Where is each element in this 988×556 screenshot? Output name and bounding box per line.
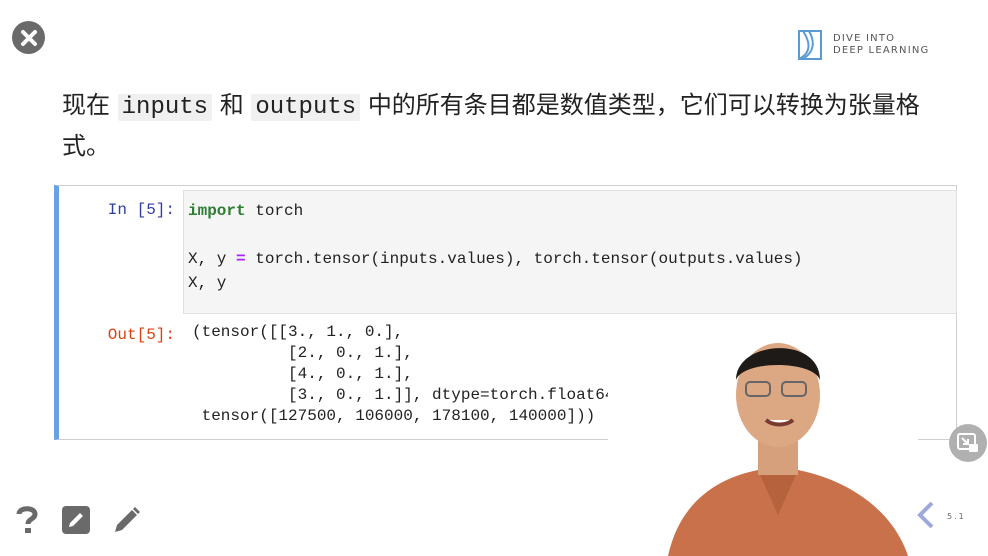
edit-box-button[interactable] bbox=[62, 506, 90, 538]
description-paragraph: 现在 inputs 和 outputs 中的所有条目都是数值类型，它们可以转换为… bbox=[62, 86, 942, 165]
text: 和 bbox=[219, 91, 244, 119]
code-text: X, y bbox=[188, 274, 227, 292]
picture-in-picture-button[interactable] bbox=[949, 424, 987, 462]
close-icon bbox=[20, 29, 37, 46]
output-line: [2., 0., 1.], bbox=[192, 344, 413, 362]
output-line: tensor([127500, 106000, 178100, 140000])… bbox=[192, 407, 596, 425]
edit-box-icon bbox=[62, 506, 90, 534]
logo: DIVE INTO DEEP LEARNING bbox=[795, 28, 929, 62]
code-output: (tensor([[3., 1., 0.], [2., 0., 1.], [4.… bbox=[192, 322, 634, 427]
output-line: [3., 0., 1.]], dtype=torch.float64), bbox=[192, 386, 634, 404]
keyword: import bbox=[188, 202, 246, 220]
pencil-icon bbox=[115, 507, 140, 532]
logo-line2: DEEP LEARNING bbox=[833, 45, 930, 56]
code-text: torch bbox=[245, 202, 304, 220]
pencil-button[interactable] bbox=[112, 505, 142, 539]
slide-number: 5.1 bbox=[947, 512, 966, 521]
inline-code-inputs: inputs bbox=[117, 94, 213, 121]
input-prompt: In [5]: bbox=[107, 201, 175, 219]
presenter-video bbox=[608, 320, 918, 556]
logo-line1: DIVE INTO bbox=[833, 33, 896, 44]
chevron-left-icon bbox=[917, 501, 934, 529]
help-button[interactable] bbox=[14, 505, 40, 539]
code-text: X, y bbox=[188, 250, 237, 268]
book-logo-icon bbox=[798, 30, 822, 60]
code-text: torch.tensor(inputs.values), torch.tenso… bbox=[245, 250, 803, 268]
picture-in-picture-icon bbox=[957, 433, 978, 452]
output-prompt: Out[5]: bbox=[107, 326, 175, 344]
code-input[interactable]: import torch X, y = torch.tensor(inputs.… bbox=[183, 190, 957, 314]
previous-slide-button[interactable] bbox=[916, 500, 936, 534]
close-button[interactable] bbox=[12, 21, 45, 54]
output-line: (tensor([[3., 1., 0.], bbox=[192, 323, 404, 341]
text: 现在 bbox=[62, 91, 110, 119]
operator: = bbox=[236, 250, 246, 268]
inline-code-outputs: outputs bbox=[251, 94, 361, 121]
question-icon bbox=[16, 506, 38, 533]
output-line: [4., 0., 1.], bbox=[192, 365, 413, 383]
